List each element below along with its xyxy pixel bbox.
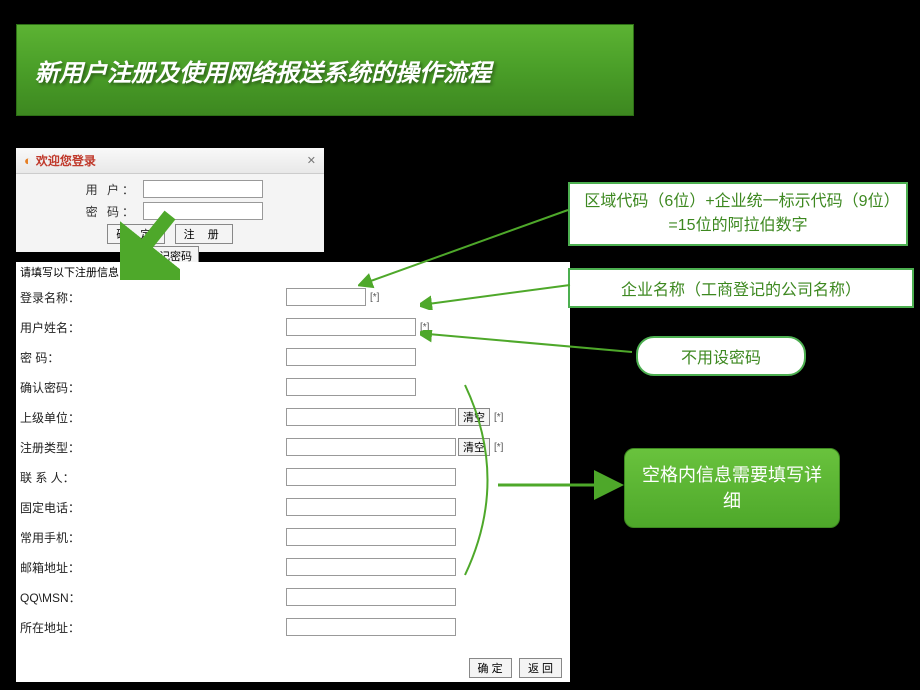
- input-confirm-password[interactable]: [286, 378, 416, 396]
- login-logo-icon: ◐: [24, 153, 32, 168]
- close-icon[interactable]: ✕: [307, 154, 316, 167]
- label-address: 所在地址：: [20, 619, 86, 636]
- reg-back-button[interactable]: 返 回: [519, 658, 562, 678]
- callout-fill-detail: 空格内信息需要填写详细: [624, 448, 840, 528]
- label-mobile: 常用手机：: [20, 529, 86, 546]
- label-password: 密 码：: [20, 349, 86, 366]
- reg-confirm-button[interactable]: 确 定: [469, 658, 512, 678]
- page-title: 新用户注册及使用网络报送系统的操作流程: [35, 53, 491, 88]
- input-login-name[interactable]: [286, 288, 366, 306]
- input-qq[interactable]: [286, 588, 456, 606]
- input-email[interactable]: [286, 558, 456, 576]
- reg-row-qq: QQ\MSN：: [16, 582, 570, 612]
- login-header: ◐ 欢迎您登录 ✕: [16, 148, 324, 174]
- label-qq: QQ\MSN：: [20, 589, 86, 606]
- login-user-row: 用 户：: [24, 180, 316, 198]
- login-user-input[interactable]: [143, 180, 263, 198]
- label-login-name: 登录名称：: [20, 289, 86, 306]
- label-contact: 联 系 人：: [20, 469, 86, 486]
- title-banner: 新用户注册及使用网络报送系统的操作流程: [16, 24, 634, 116]
- callout-no-password: 不用设密码: [636, 336, 806, 376]
- input-superior[interactable]: [286, 408, 456, 426]
- required-marker: [*]: [370, 292, 379, 303]
- arrow-callout1: [358, 200, 578, 290]
- input-address[interactable]: [286, 618, 456, 636]
- arrow-login-to-form: [120, 210, 180, 280]
- input-mobile[interactable]: [286, 528, 456, 546]
- callout-company-name: 企业名称（工商登记的公司名称）: [568, 268, 914, 308]
- reg-footer: 确 定 返 回: [465, 658, 562, 678]
- arrow-callout2: [420, 280, 580, 310]
- login-register-button[interactable]: 注 册: [175, 224, 233, 244]
- label-email: 邮箱地址：: [20, 559, 86, 576]
- arrow-callout4-connector: [460, 380, 640, 580]
- label-confirm-password: 确认密码：: [20, 379, 86, 396]
- callout-region-code: 区域代码（6位）+企业统一标示代码（9位）=15位的阿拉伯数字: [568, 182, 908, 246]
- input-phone[interactable]: [286, 498, 456, 516]
- arrow-callout3: [420, 330, 640, 360]
- input-user-name[interactable]: [286, 318, 416, 336]
- label-user-name: 用户姓名：: [20, 319, 86, 336]
- label-phone: 固定电话：: [20, 499, 86, 516]
- input-contact[interactable]: [286, 468, 456, 486]
- login-user-label: 用 户：: [77, 181, 137, 198]
- input-reg-type[interactable]: [286, 438, 456, 456]
- input-password[interactable]: [286, 348, 416, 366]
- reg-row-address: 所在地址：: [16, 612, 570, 642]
- label-reg-type: 注册类型：: [20, 439, 86, 456]
- label-superior: 上级单位：: [20, 409, 86, 426]
- login-header-text: 欢迎您登录: [36, 152, 96, 169]
